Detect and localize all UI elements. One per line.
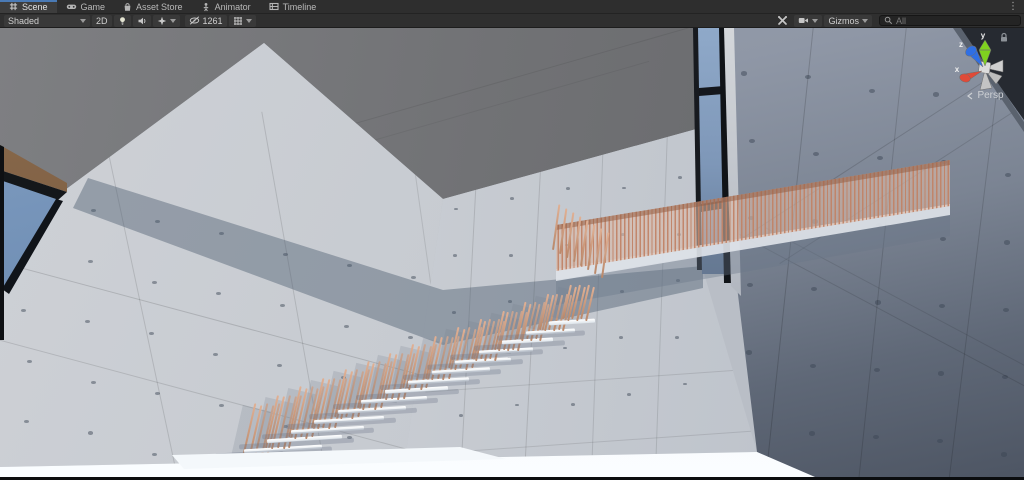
shading-mode-label: Shaded: [8, 15, 40, 26]
scene-audio-button[interactable]: [132, 14, 151, 27]
gizmos-dropdown[interactable]: Gizmos: [824, 14, 872, 27]
floating-staircase[interactable]: [0, 28, 1024, 480]
scene-lighting-button[interactable]: [113, 14, 131, 27]
search-input[interactable]: [896, 15, 1016, 26]
effects-dropdown[interactable]: [152, 14, 180, 27]
toolbar-right-group: Gizmos: [772, 14, 1021, 27]
animator-icon: [201, 2, 211, 12]
shading-mode-dropdown[interactable]: Shaded: [4, 14, 90, 27]
axis-y-label: y: [981, 31, 986, 40]
tab-asset-store[interactable]: Asset Store: [114, 0, 192, 13]
tab-timeline[interactable]: Timeline: [260, 0, 326, 13]
lock-icon: [1001, 32, 1007, 42]
unity-editor-window: Scene Game Asset Store Animator Timeline: [0, 0, 1024, 480]
video-camera-icon: [798, 16, 809, 25]
tab-animator[interactable]: Animator: [192, 0, 260, 13]
grid-visibility-dropdown[interactable]: [228, 14, 256, 27]
chevron-down-icon: [862, 18, 868, 23]
persp-chevron-icon: [966, 92, 974, 100]
tab-bar: Scene Game Asset Store Animator Timeline: [0, 0, 1024, 14]
copper-baluster: [594, 228, 603, 275]
tab-game[interactable]: Game: [57, 0, 115, 13]
toggle-2d-button[interactable]: 2D: [92, 14, 112, 27]
tab-label: Animator: [214, 1, 251, 12]
eye-hidden-icon: [189, 16, 200, 25]
chevron-down-icon: [80, 18, 86, 23]
scene-grid-icon: [9, 2, 18, 11]
copper-baluster: [580, 220, 589, 267]
copper-baluster: [559, 208, 568, 255]
scene-search-field[interactable]: [879, 15, 1021, 26]
gamepad-icon: [66, 2, 77, 11]
chevron-down-icon: [169, 18, 176, 23]
projection-mode-label: Persp: [977, 90, 1004, 101]
copper-baluster: [601, 232, 610, 279]
scene-camera-dropdown[interactable]: [794, 14, 823, 27]
tab-label: Scene: [22, 1, 48, 12]
hidden-object-count: 1261: [202, 15, 223, 26]
projection-mode-toggle[interactable]: Persp: [942, 90, 1024, 101]
timeline-icon: [269, 2, 279, 11]
copper-baluster: [552, 204, 561, 251]
tab-label: Asset Store: [136, 1, 183, 12]
shopping-bag-icon: [123, 2, 132, 12]
scene-visibility-toggle[interactable]: 1261: [184, 14, 227, 27]
copper-baluster: [566, 212, 575, 259]
gizmos-label: Gizmos: [828, 15, 859, 26]
speaker-icon: [137, 16, 147, 26]
customize-tools-button[interactable]: [773, 15, 792, 27]
crossed-tools-icon: [777, 15, 788, 26]
window-menu-icon[interactable]: ⋮: [1002, 0, 1024, 13]
axis-z-label: z: [959, 40, 963, 49]
scene-toolbar: Shaded 2D 1261 Gizmos All: [0, 14, 1024, 28]
copper-baluster: [573, 216, 582, 263]
tab-label: Game: [80, 1, 106, 12]
chevron-down-icon: [245, 18, 252, 23]
sparkle-icon: [157, 16, 167, 26]
tab-label: Timeline: [282, 1, 317, 12]
lightbulb-icon: [118, 16, 127, 26]
tab-scene[interactable]: Scene: [0, 0, 57, 13]
scene-viewport[interactable]: y z x Persp: [0, 28, 1024, 480]
search-icon: [884, 16, 893, 25]
grid-icon: [233, 16, 243, 26]
copper-baluster: [587, 224, 596, 271]
chevron-down-icon: [812, 18, 819, 23]
axis-x-label: x: [955, 65, 960, 74]
